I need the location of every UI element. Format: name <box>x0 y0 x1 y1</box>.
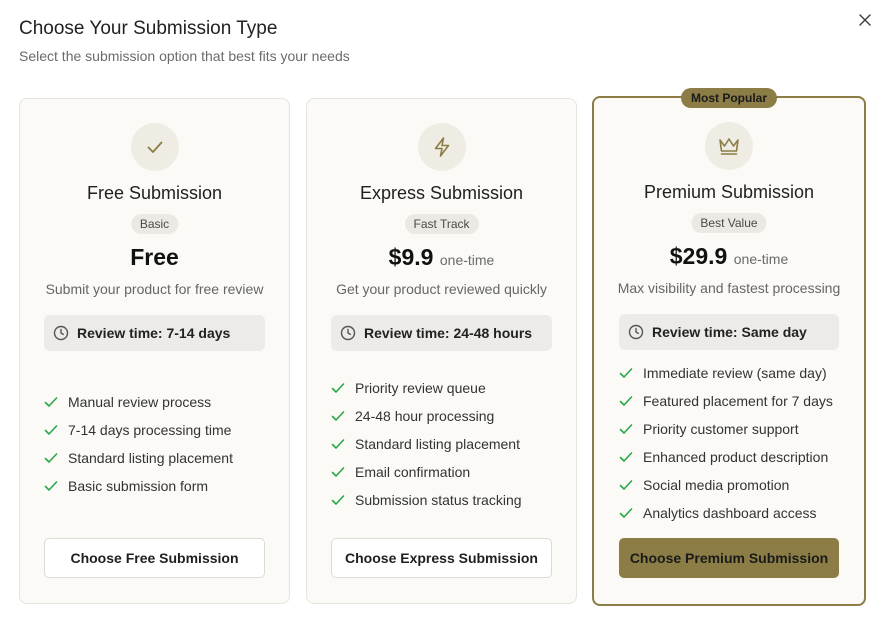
plan-description: Get your product reviewed quickly <box>336 281 547 297</box>
review-time-label: Review time: 7-14 days <box>77 325 231 341</box>
plan-description: Submit your product for free review <box>45 281 264 297</box>
feature-list: Priority review queue 24-48 hour process… <box>331 374 566 514</box>
clock-icon <box>340 325 356 341</box>
review-time-box: Review time: 7-14 days <box>44 315 265 351</box>
feature-item: Priority review queue <box>331 374 566 402</box>
feature-text: Email confirmation <box>355 464 471 480</box>
checkmark-icon <box>331 465 355 479</box>
checkmark-icon <box>44 395 68 409</box>
clock-icon <box>628 324 644 340</box>
feature-item: 24-48 hour processing <box>331 402 566 430</box>
feature-item: Standard listing placement <box>331 430 566 458</box>
feature-text: Immediate review (same day) <box>643 365 827 381</box>
submission-type-dialog: Choose Your Submission Type Select the s… <box>0 0 885 636</box>
feature-list: Immediate review (same day) Featured pla… <box>619 359 854 527</box>
feature-item: Submission status tracking <box>331 486 566 514</box>
feature-text: Priority customer support <box>643 421 799 437</box>
plan-badge: Fast Track <box>404 214 479 234</box>
clock-icon <box>53 325 69 341</box>
checkmark-icon <box>619 506 643 520</box>
checkmark-icon <box>44 479 68 493</box>
choose-free-button[interactable]: Choose Free Submission <box>44 538 265 578</box>
feature-item: Manual review process <box>44 388 279 416</box>
checkmark-icon <box>331 381 355 395</box>
plan-card-premium: Most Popular Premium Submission Best Val… <box>592 88 866 606</box>
feature-list: Manual review process 7-14 days processi… <box>44 388 279 500</box>
feature-text: Social media promotion <box>643 477 790 493</box>
feature-text: 24-48 hour processing <box>355 408 495 424</box>
plan-price: $9.9 <box>388 244 434 270</box>
feature-item: Analytics dashboard access <box>619 499 854 527</box>
plan-price: $29.9 <box>669 243 728 269</box>
plan-price-row: $29.9 one-time <box>594 243 864 270</box>
choose-express-button[interactable]: Choose Express Submission <box>331 538 552 578</box>
feature-text: Submission status tracking <box>355 492 522 508</box>
feature-text: Manual review process <box>68 394 212 410</box>
feature-item: Enhanced product description <box>619 443 854 471</box>
plan-card-free: Free Submission Basic Free Submit your p… <box>19 98 290 604</box>
feature-item: Immediate review (same day) <box>619 359 854 387</box>
dialog-title: Choose Your Submission Type <box>19 18 278 39</box>
feature-text: Standard listing placement <box>68 450 233 466</box>
feature-text: Standard listing placement <box>355 436 520 452</box>
plan-price-suffix: one-time <box>439 252 495 268</box>
feature-text: Analytics dashboard access <box>643 505 817 521</box>
plan-price-suffix: one-time <box>733 251 789 267</box>
checkmark-icon <box>619 450 643 464</box>
check-icon <box>130 123 179 171</box>
plan-name: Express Submission <box>359 183 524 203</box>
close-icon[interactable] <box>856 11 874 29</box>
feature-item: Standard listing placement <box>44 444 279 472</box>
review-time-label: Review time: 24-48 hours <box>364 325 533 341</box>
review-time-box: Review time: 24-48 hours <box>331 315 552 351</box>
lightning-icon <box>417 123 466 171</box>
feature-item: Priority customer support <box>619 415 854 443</box>
review-time-box: Review time: Same day <box>619 314 839 350</box>
checkmark-icon <box>619 366 643 380</box>
plan-badge: Best Value <box>691 213 767 233</box>
plan-description: Max visibility and fastest processing <box>617 280 841 296</box>
feature-text: Basic submission form <box>68 478 209 494</box>
feature-text: Featured placement for 7 days <box>643 393 833 409</box>
feature-item: Featured placement for 7 days <box>619 387 854 415</box>
feature-text: Enhanced product description <box>643 449 829 465</box>
checkmark-icon <box>44 423 68 437</box>
checkmark-icon <box>331 437 355 451</box>
checkmark-icon <box>619 422 643 436</box>
plan-price-row: Free <box>20 244 289 271</box>
checkmark-icon <box>331 409 355 423</box>
feature-item: Social media promotion <box>619 471 854 499</box>
dialog-subtitle: Select the submission option that best f… <box>19 48 350 64</box>
checkmark-icon <box>619 394 643 408</box>
feature-item: Email confirmation <box>331 458 566 486</box>
checkmark-icon <box>44 451 68 465</box>
feature-text: 7-14 days processing time <box>68 422 232 438</box>
plan-name: Premium Submission <box>643 182 815 202</box>
plan-name: Free Submission <box>86 183 223 203</box>
plan-card-express: Express Submission Fast Track $9.9 one-t… <box>306 98 577 604</box>
crown-icon <box>705 122 753 170</box>
plan-badge: Basic <box>130 214 179 234</box>
feature-item: Basic submission form <box>44 472 279 500</box>
checkmark-icon <box>619 478 643 492</box>
feature-item: 7-14 days processing time <box>44 416 279 444</box>
plan-price-row: $9.9 one-time <box>307 244 576 271</box>
feature-text: Priority review queue <box>355 380 486 396</box>
checkmark-icon <box>331 493 355 507</box>
review-time-label: Review time: Same day <box>652 324 807 340</box>
choose-premium-button[interactable]: Choose Premium Submission <box>619 538 839 578</box>
plan-price: Free <box>130 244 179 270</box>
